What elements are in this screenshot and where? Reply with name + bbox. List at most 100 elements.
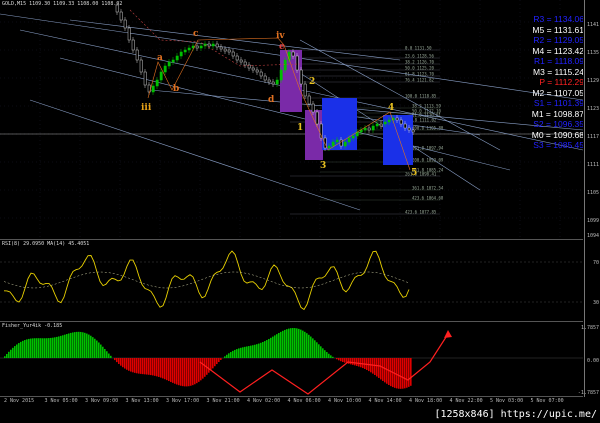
fisher-bar: [98, 342, 100, 358]
pivot-level-12: S3 = 1085.45: [533, 140, 583, 150]
fisher-bar: [46, 338, 48, 358]
fisher-bar: [230, 352, 232, 358]
wave-label: a: [157, 53, 163, 63]
fisher-bar: [122, 358, 124, 368]
candle: [139, 59, 143, 73]
pivot-level-9: M1 = 1098.87: [531, 108, 583, 119]
fisher-bar: [214, 358, 216, 367]
fisher-bar: [252, 345, 254, 358]
fibo-label: 200.0 1093.09: [412, 158, 444, 163]
fisher-bar: [92, 337, 94, 358]
fisher-indicator-pane[interactable]: Fisher_Yur4ik -0.185: [0, 322, 583, 397]
fisher-bar: [64, 334, 66, 358]
fisher-bar: [70, 332, 72, 358]
fisher-bar: [190, 358, 192, 386]
fisher-bar: [116, 358, 118, 363]
fisher-bar: [30, 338, 32, 358]
fibo-label: 100.0 1118.85: [405, 94, 437, 99]
fisher-bar: [354, 358, 356, 366]
fisher-bar: [134, 358, 136, 373]
fisher-bar: [60, 335, 62, 358]
candle: [243, 61, 247, 66]
wave-label: b: [173, 84, 179, 94]
fisher-bar: [36, 338, 38, 358]
fisher-bar: [186, 358, 188, 387]
fisher-bar: [304, 331, 306, 358]
fisher-bar: [94, 338, 96, 358]
candle: [311, 103, 315, 113]
candle: [335, 139, 339, 143]
candle: [255, 69, 259, 73]
fibo-label: 0.0 1131.50: [405, 46, 432, 51]
fisher-bar: [240, 347, 242, 358]
candle: [399, 119, 403, 125]
fisher-bar: [320, 346, 322, 358]
fisher-bar: [172, 358, 174, 383]
candle: [239, 59, 243, 63]
price-scale[interactable]: 1141 1135 1129 1123 1117 1111 1105 1099 1094 70 30…: [578, 0, 600, 397]
fisher-bar: [336, 358, 338, 360]
fisher-bar: [40, 338, 42, 358]
fisher-bar: [410, 358, 412, 386]
fisher-bar: [100, 344, 102, 358]
price-tick: 1094: [586, 233, 599, 239]
pivot-level-8: S1 = 1101.39: [533, 98, 583, 108]
fisher-bar: [328, 353, 330, 358]
fisher-bar: [404, 358, 406, 389]
fisher-bar: [338, 358, 340, 361]
fisher-bar: [102, 346, 104, 358]
fisher-bar: [210, 358, 212, 371]
wave-label: iii: [141, 103, 152, 113]
fisher-bar: [270, 337, 272, 358]
fisher-bar: [22, 340, 24, 358]
fisher-bar: [82, 332, 84, 358]
price-tick: 1099: [586, 218, 599, 224]
candle: [215, 43, 219, 48]
pivot-level-3: M4 = 1123.42: [532, 45, 583, 56]
candle: [131, 39, 135, 51]
pivot-level-10: S2 = 1096.35: [533, 119, 583, 129]
candle: [303, 83, 307, 97]
fisher-bar: [90, 335, 92, 358]
fibo-label: 76.4 1121.82: [405, 78, 434, 83]
candle: [227, 49, 231, 53]
pivot-level-1: M5 = 1131.61: [532, 24, 583, 35]
chart-title: GOLD,M15 1109.30 1109.33 1108.00 1108.92: [2, 1, 123, 7]
fisher-bar: [278, 332, 280, 358]
fisher-bar: [198, 358, 200, 382]
fisher-bar: [266, 340, 268, 358]
fisher-bar: [192, 358, 194, 386]
price-chart-pane[interactable]: 0.0 1131.50 23.6 1128.56 38.2 1126.70 50.0 …: [0, 0, 583, 240]
fisher-bar: [326, 352, 328, 358]
fisher-canvas: [0, 328, 583, 395]
fisher-bar: [236, 349, 238, 358]
fisher-bar: [158, 358, 160, 377]
candle: [163, 65, 167, 73]
fisher-bar: [286, 329, 288, 358]
candle: [271, 81, 275, 85]
fisher-bar: [56, 336, 58, 358]
fisher-bar: [26, 339, 28, 358]
candle: [159, 71, 163, 81]
fisher-bar: [350, 358, 352, 365]
fisher-bar: [148, 358, 150, 375]
time-label: 3 Nov 21:00: [206, 398, 240, 404]
fisher-bar: [128, 358, 130, 371]
rsi-indicator-pane[interactable]: RSI(8) 29.0950 MA(14) 45.4051: [0, 240, 583, 322]
fisher-bar: [232, 350, 234, 358]
fisher-bar: [384, 358, 386, 383]
trend-line: [149, 89, 583, 131]
fisher-bar: [362, 358, 364, 369]
fisher-bar: [162, 358, 164, 379]
fisher-bar: [316, 342, 318, 358]
fisher-bar: [96, 340, 98, 358]
price-tick: 1117: [586, 134, 599, 140]
fisher-bar: [258, 343, 260, 358]
fisher-bar: [276, 334, 278, 358]
zone-box: [280, 50, 302, 112]
fisher-bar: [48, 338, 50, 358]
fisher-bar: [156, 358, 158, 377]
candle: [263, 75, 267, 81]
time-label: 4 Nov 06:00: [287, 398, 321, 404]
fisher-bar: [220, 358, 222, 360]
